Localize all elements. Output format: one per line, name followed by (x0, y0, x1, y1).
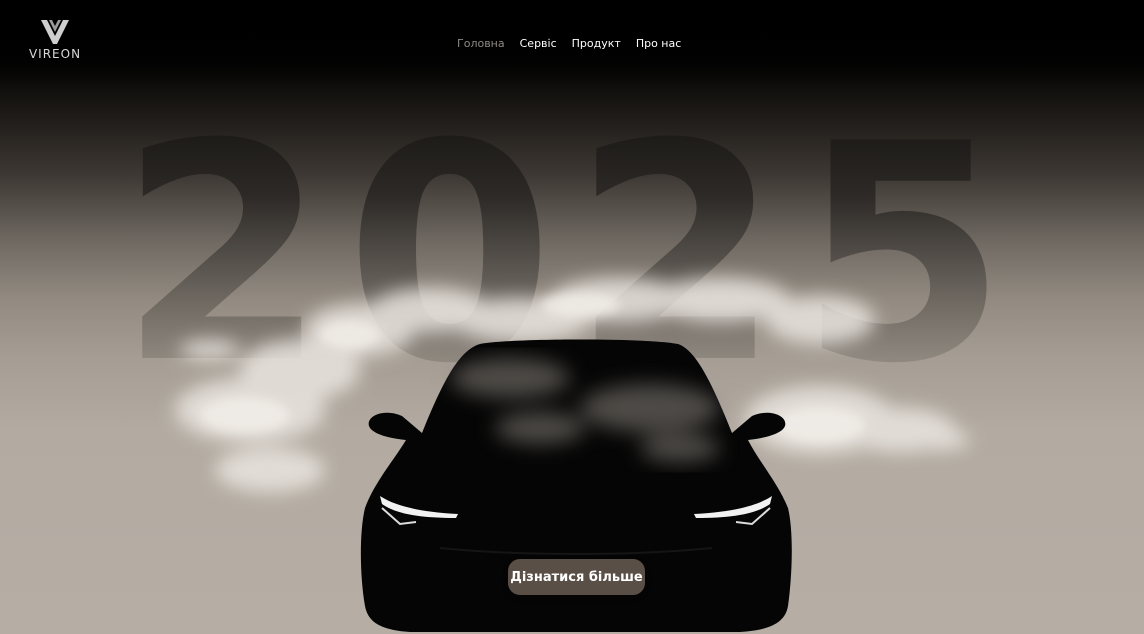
v-logo-icon (41, 20, 69, 44)
nav-item-product[interactable]: Продукт (572, 37, 621, 50)
learn-more-button[interactable]: Дізнатися більше (508, 559, 645, 595)
nav-item-home[interactable]: Головна (457, 37, 505, 50)
brand-name: VIREON (28, 47, 82, 61)
brand-logo[interactable]: VIREON (25, 18, 85, 62)
nav-item-service[interactable]: Сервіс (520, 37, 557, 50)
main-nav: Головна Сервіс Продукт Про нас (457, 37, 681, 50)
nav-item-about[interactable]: Про нас (636, 37, 681, 50)
hero-section: 2025 VIREON Головна Сервіс Продукт Про н… (0, 0, 1144, 634)
